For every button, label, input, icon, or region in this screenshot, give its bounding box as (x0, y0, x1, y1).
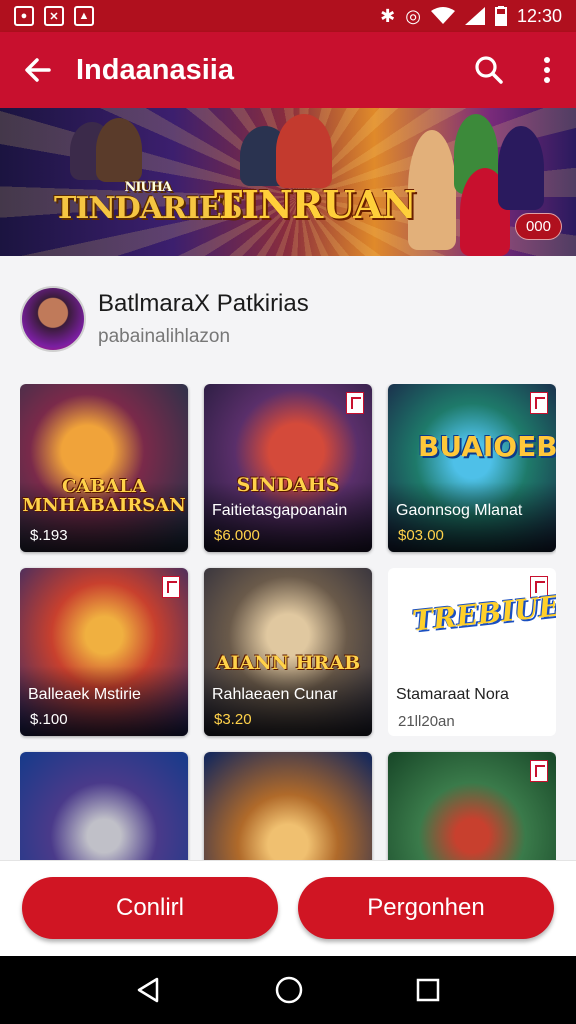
notification-icon: ✕ (44, 6, 64, 26)
profile-header[interactable]: BatlmaraX Patkirias pabainalihlazon (20, 286, 309, 352)
game-title: Rahlaeaen Cunar (212, 686, 338, 703)
bookmark-icon[interactable] (346, 392, 364, 414)
secondary-button[interactable]: Pergonhen (298, 877, 554, 939)
game-title: Stamaraat Nora (396, 686, 509, 703)
game-title: Faitietasgapoanain (212, 502, 348, 519)
profile-name: BatlmaraX Patkirias (98, 290, 309, 317)
game-price: $.193 (30, 527, 68, 544)
game-logo: CABALA MNHABAIRSAN (22, 476, 186, 516)
back-button[interactable] (0, 55, 76, 85)
bookmark-icon[interactable] (530, 392, 548, 414)
game-card[interactable]: CABALA MNHABAIRSAN $.193 (20, 384, 188, 552)
game-card[interactable]: TREBIUEP Stamaraat Nora 21ll20an (388, 568, 556, 736)
app-bar: Indaanasiia (0, 32, 576, 108)
nav-recents-icon[interactable] (415, 977, 441, 1003)
notification-icon: ● (14, 6, 34, 26)
game-card[interactable]: AIANN HRAB Rahlaeaen Cunar $3.20 (204, 568, 372, 736)
game-logo: BUAIOEB (418, 430, 556, 463)
game-card[interactable] (20, 752, 188, 860)
nav-back-icon[interactable] (135, 976, 163, 1004)
bluetooth-icon: ✱ (380, 5, 396, 26)
notification-icon: ▲ (74, 6, 94, 26)
search-icon (475, 56, 503, 84)
game-price: $.100 (30, 711, 68, 728)
game-title: Balleaek Mstirie (28, 686, 141, 703)
page-title: Indaanasiia (76, 53, 234, 86)
banner-logo-center: TINRUAN (214, 182, 417, 227)
banner-character (276, 114, 332, 188)
battery-icon (494, 6, 507, 26)
game-cover (204, 752, 372, 860)
system-nav-bar (0, 956, 576, 1024)
banner-character (96, 118, 142, 182)
status-bar: ● ✕ ▲ ✱ ◎ 12:30 (0, 0, 576, 32)
game-card[interactable] (204, 752, 372, 860)
bookmark-icon[interactable] (162, 576, 180, 598)
vibrate-icon: ◎ (405, 5, 421, 26)
arrow-left-icon (25, 58, 51, 82)
game-title: Gaonnsog Mlanat (396, 502, 523, 519)
search-button[interactable] (460, 55, 518, 85)
more-vert-icon (544, 57, 550, 83)
profile-subtitle: pabainalihlazon (98, 326, 231, 347)
hero-banner[interactable]: NIUHA TINDARIES TINRUAN 000 (0, 108, 576, 256)
game-logo: TREBIUEP (410, 587, 556, 638)
game-card[interactable] (388, 752, 556, 860)
wifi-icon (430, 7, 455, 24)
game-price: 21ll20an (398, 713, 455, 730)
game-grid: CABALA MNHABAIRSAN $.193 SINDAHS Faitiet… (20, 384, 556, 860)
nav-home-icon[interactable] (274, 975, 304, 1005)
game-logo: SINDAHS (236, 474, 340, 496)
signal-icon (464, 7, 485, 25)
more-options-button[interactable] (518, 56, 576, 84)
avatar (20, 286, 86, 352)
bottom-action-bar: Conlirl Pergonhen (0, 860, 576, 956)
confirm-button[interactable]: Conlirl (22, 877, 278, 939)
game-card[interactable]: Balleaek Mstirie $.100 (20, 568, 188, 736)
game-card[interactable]: BUAIOEB Gaonnsog Mlanat $03.00 (388, 384, 556, 552)
game-cover (20, 752, 188, 860)
bookmark-icon[interactable] (530, 760, 548, 782)
game-price: $03.00 (398, 527, 444, 544)
game-card[interactable]: SINDAHS Faitietasgapoanain $6.000 (204, 384, 372, 552)
banner-character (498, 126, 544, 210)
game-logo: AIANN HRAB (215, 652, 361, 674)
clock: 12:30 (516, 5, 562, 26)
game-price: $6.000 (214, 527, 260, 544)
game-price: $3.20 (214, 711, 252, 728)
banner-page-badge: 000 (514, 213, 562, 240)
